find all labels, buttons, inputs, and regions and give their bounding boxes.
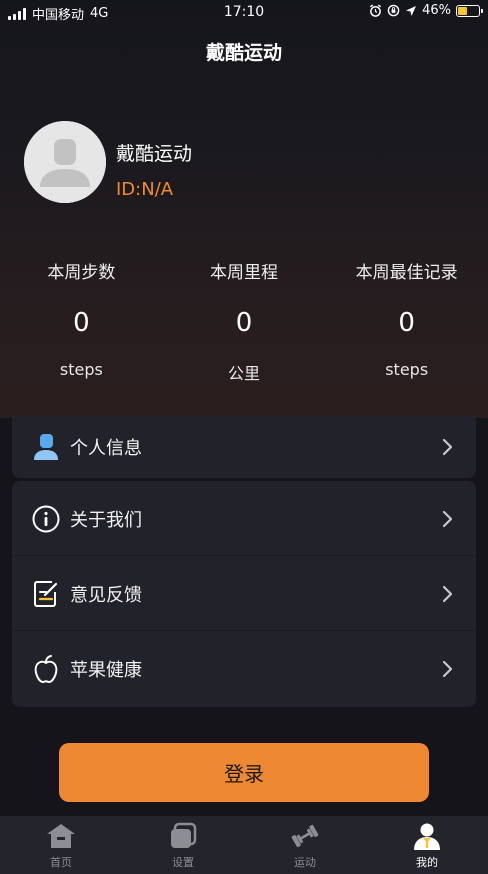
stat-value: 0 bbox=[73, 308, 90, 338]
menu-card-personal: 个人信息 bbox=[12, 416, 476, 478]
location-icon bbox=[406, 5, 417, 16]
stat-value: 0 bbox=[398, 308, 415, 338]
stat-label: 本周里程 bbox=[210, 263, 278, 283]
tab-mine[interactable]: 我的 bbox=[366, 816, 488, 874]
login-button[interactable]: 登录 bbox=[59, 743, 429, 802]
chevron-right-icon bbox=[442, 585, 453, 602]
tab-label: 首页 bbox=[50, 856, 72, 869]
home-icon bbox=[46, 821, 76, 851]
person-icon bbox=[32, 432, 60, 462]
stat-unit: steps bbox=[385, 360, 429, 379]
menu-card-general: 关于我们 意见反馈 苹果健康 bbox=[12, 481, 476, 707]
alarm-icon bbox=[370, 4, 382, 17]
default-avatar-icon bbox=[24, 121, 106, 203]
profile-icon bbox=[412, 821, 442, 851]
status-bar: 中国移动 4G 17:10 46% bbox=[0, 0, 488, 24]
tab-label: 设置 bbox=[172, 856, 194, 869]
stat-label: 本周步数 bbox=[47, 263, 116, 283]
menu-item-label: 关于我们 bbox=[70, 509, 142, 531]
tab-label: 我的 bbox=[416, 856, 438, 869]
battery-percent: 46% bbox=[422, 3, 451, 18]
stat-weekly-best: 本周最佳记录 0 steps bbox=[325, 258, 488, 384]
avatar[interactable] bbox=[24, 121, 106, 203]
menu-item-personal-info[interactable]: 个人信息 bbox=[12, 416, 476, 478]
user-id: ID:N/A bbox=[116, 179, 174, 200]
stat-weekly-steps: 本周步数 0 steps bbox=[0, 258, 163, 384]
stat-label: 本周最佳记录 bbox=[355, 263, 458, 283]
info-icon bbox=[32, 504, 60, 534]
menu-item-label: 意见反馈 bbox=[70, 584, 142, 606]
menu-item-feedback[interactable]: 意见反馈 bbox=[12, 556, 476, 631]
username: 戴酷运动 bbox=[116, 143, 193, 165]
weekly-stats: 本周步数 0 steps 本周里程 0 公里 本周最佳记录 0 steps bbox=[0, 258, 488, 384]
stat-weekly-distance: 本周里程 0 公里 bbox=[163, 258, 326, 384]
chevron-right-icon bbox=[442, 438, 453, 456]
stat-unit: steps bbox=[59, 360, 103, 379]
stat-unit: 公里 bbox=[228, 364, 261, 383]
menu-item-about-us[interactable]: 关于我们 bbox=[12, 481, 476, 556]
menu-item-label: 个人信息 bbox=[70, 438, 142, 459]
orientation-lock-icon bbox=[387, 4, 400, 17]
tab-label: 运动 bbox=[294, 856, 316, 869]
feedback-icon bbox=[32, 579, 60, 609]
dumbbell-icon bbox=[290, 821, 320, 851]
tab-sport[interactable]: 运动 bbox=[244, 816, 366, 874]
tab-settings[interactable]: 设置 bbox=[122, 816, 244, 874]
menu-item-label: 苹果健康 bbox=[70, 659, 142, 681]
chevron-right-icon bbox=[442, 660, 453, 677]
chevron-right-icon bbox=[442, 510, 453, 527]
page-title: 戴酷运动 bbox=[205, 42, 282, 64]
tab-home[interactable]: 首页 bbox=[0, 816, 122, 874]
battery-icon bbox=[456, 4, 483, 17]
status-right: 46% bbox=[369, 3, 483, 18]
tab-bar: 首页 设置 运动 我的 bbox=[0, 816, 488, 874]
apple-icon bbox=[32, 654, 60, 684]
stat-value: 0 bbox=[235, 308, 253, 338]
menu-item-apple-health[interactable]: 苹果健康 bbox=[12, 631, 476, 706]
settings-icon bbox=[168, 821, 198, 851]
